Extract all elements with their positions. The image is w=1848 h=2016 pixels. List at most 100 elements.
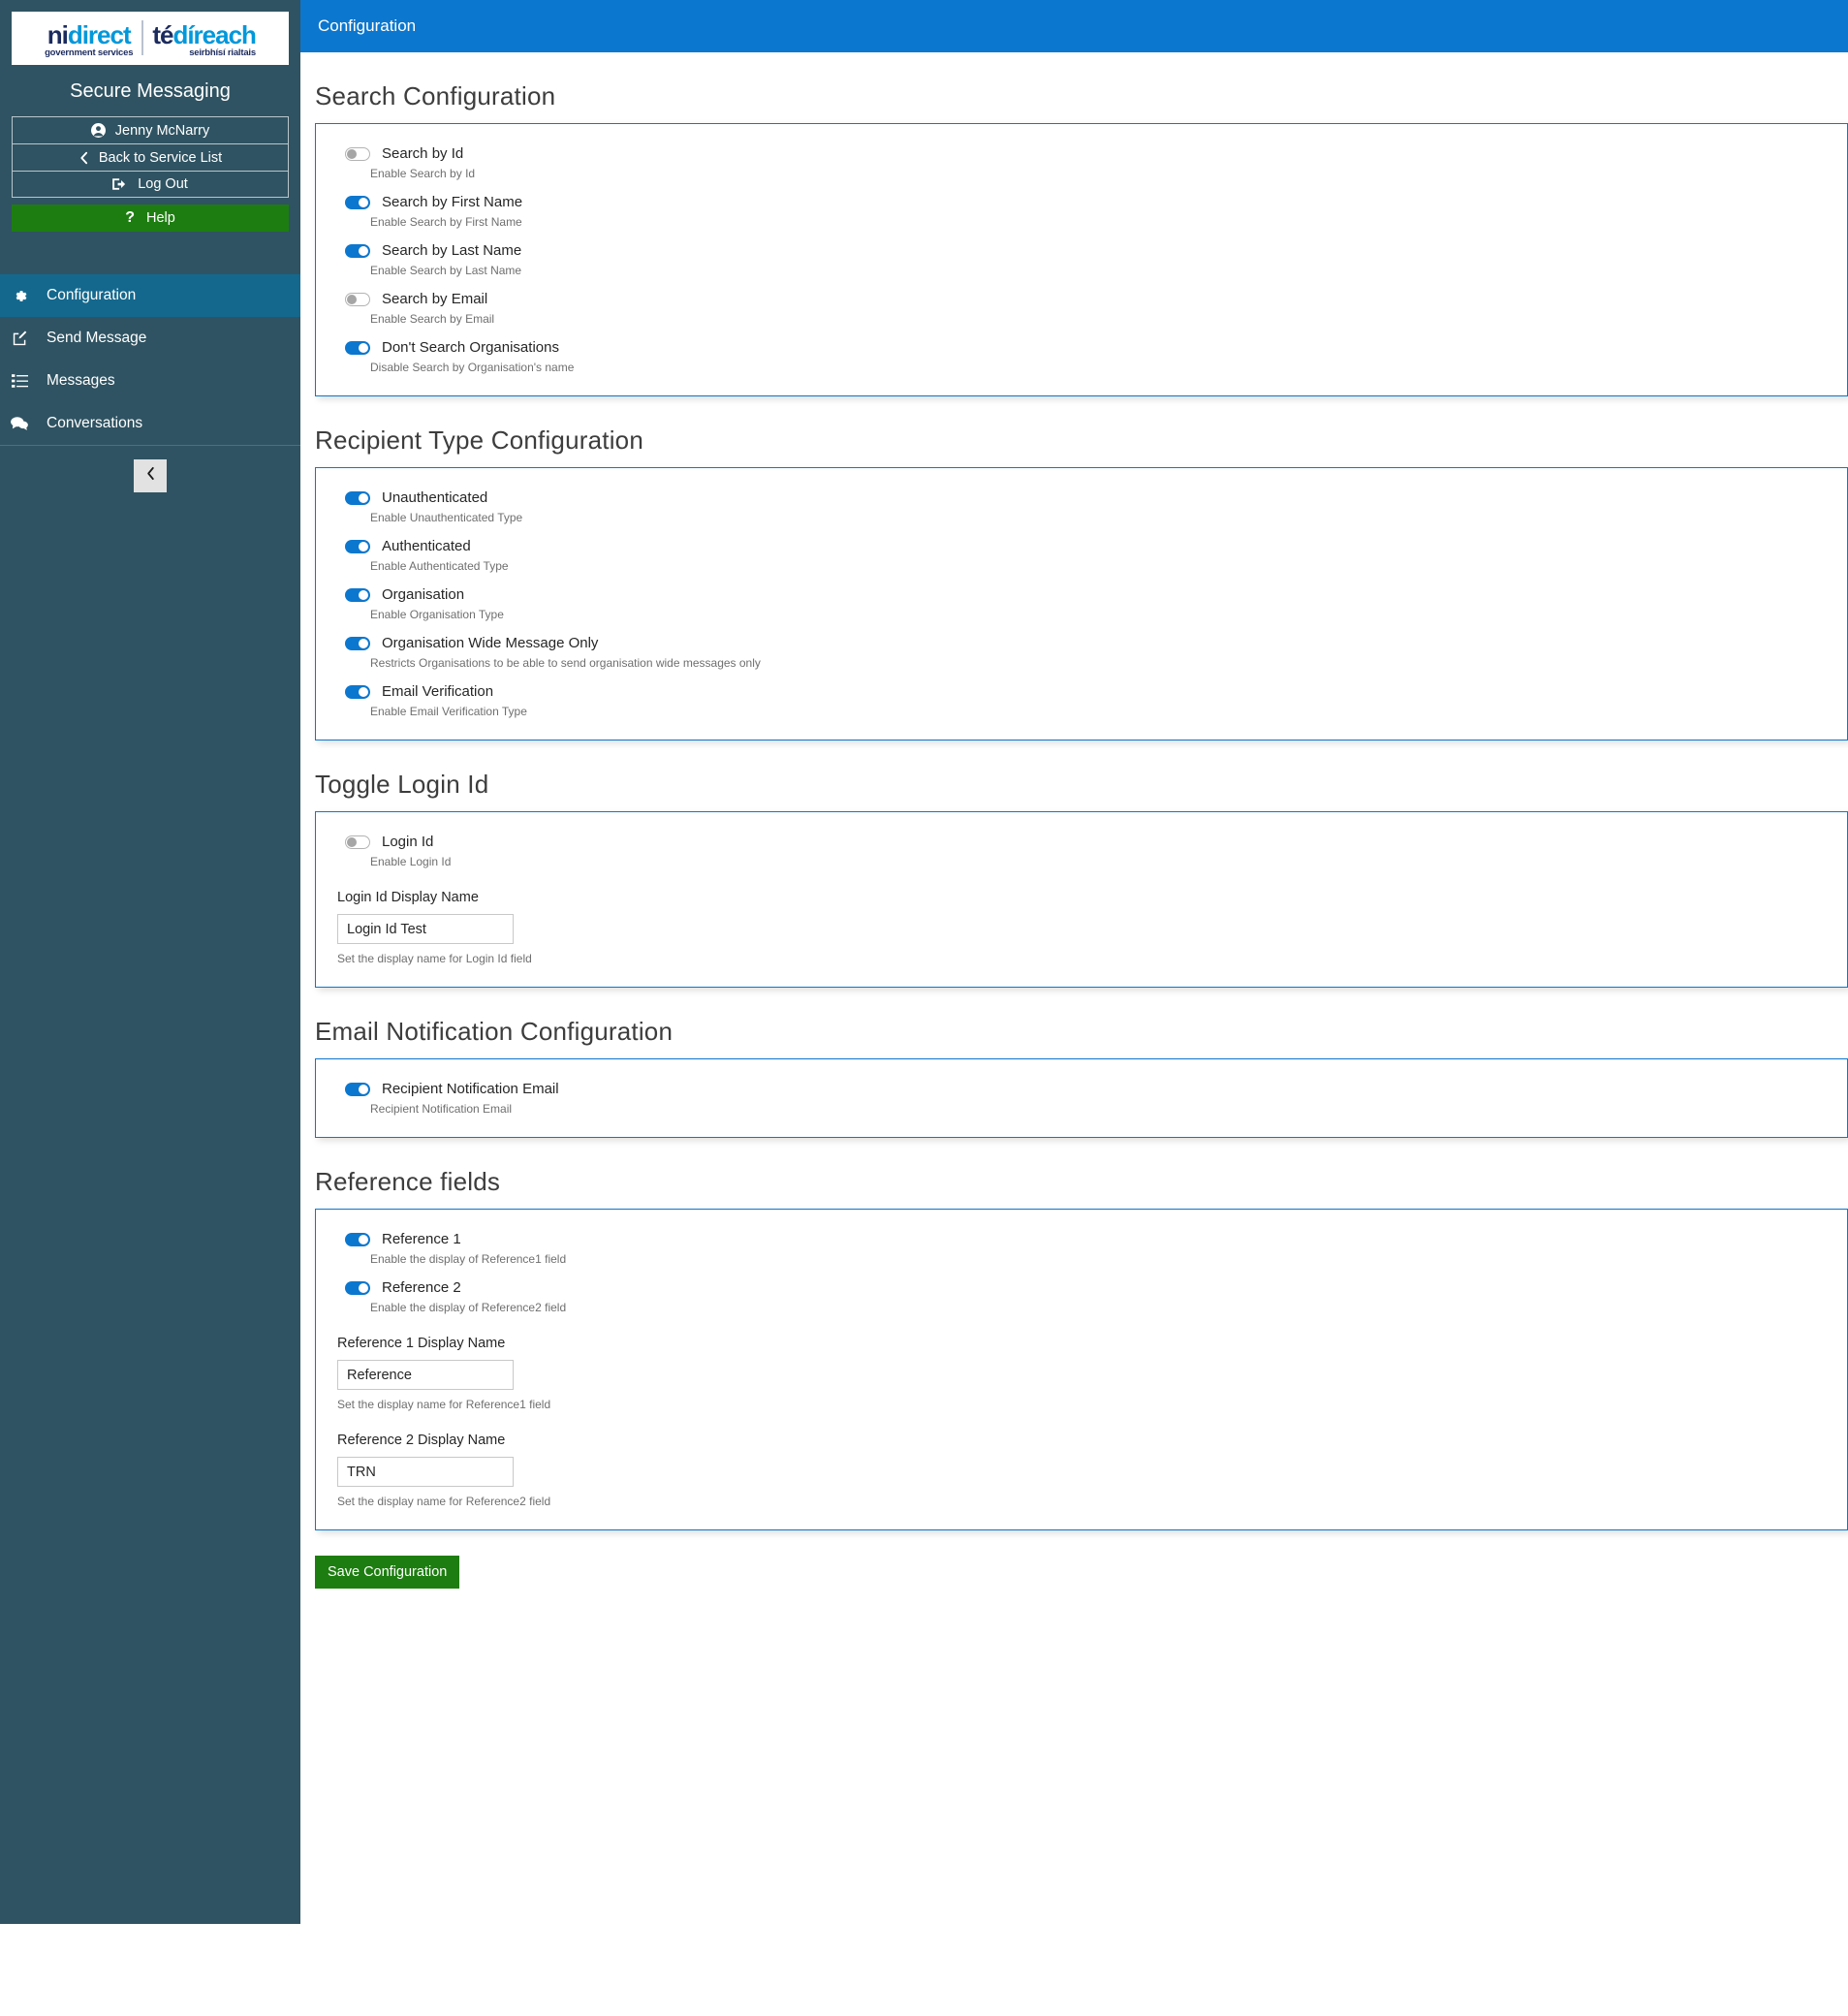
toggle-description: Enable Unauthenticated Type — [370, 511, 1847, 524]
page-title: Configuration — [318, 16, 416, 36]
reference-1-display-name-field-block: Reference 1 Display Name Set the display… — [316, 1336, 1847, 1411]
toggle-authenticated[interactable] — [345, 540, 370, 553]
toggle-label: Organisation Wide Message Only — [382, 635, 598, 651]
section-title-toggle-login-id: Toggle Login Id — [315, 770, 1848, 800]
toggle-dont-search-organisations[interactable] — [345, 341, 370, 355]
toggle-row: Search by Email Enable Search by Email — [316, 291, 1847, 326]
toggle-description: Enable the display of Reference2 field — [370, 1301, 1847, 1314]
toggle-description: Enable Search by First Name — [370, 215, 1847, 229]
toggle-label: Reference 2 — [382, 1279, 461, 1296]
toggle-description: Enable Organisation Type — [370, 608, 1847, 621]
login-id-display-name-field-block: Login Id Display Name Set the display na… — [316, 890, 1847, 965]
toggle-reference-2[interactable] — [345, 1281, 370, 1295]
user-profile-label: Jenny McNarry — [115, 123, 210, 139]
content-bottom-spacer — [315, 1589, 1848, 1647]
toggle-row: Don't Search Organisations Disable Searc… — [316, 339, 1847, 374]
toggle-search-by-first-name[interactable] — [345, 196, 370, 209]
toggle-description: Recipient Notification Email — [370, 1102, 1847, 1116]
section-title-recipient-type: Recipient Type Configuration — [315, 425, 1848, 456]
field-hint: Set the display name for Login Id field — [337, 952, 1847, 965]
toggle-row: Search by First Name Enable Search by Fi… — [316, 194, 1847, 229]
sidebar-item-label: Send Message — [47, 330, 146, 347]
email-notification-configuration-card: Recipient Notification Email Recipient N… — [315, 1058, 1848, 1138]
toggle-label: Reference 1 — [382, 1231, 461, 1247]
sidebar-item-send-message[interactable]: Send Message — [0, 317, 300, 360]
toggle-row: Login Id Enable Login Id — [316, 834, 1847, 868]
compose-icon — [8, 331, 31, 347]
reference-1-display-name-input[interactable] — [337, 1360, 514, 1390]
toggle-email-verification[interactable] — [345, 685, 370, 699]
toggle-login-id-card: Login Id Enable Login Id Login Id Displa… — [315, 811, 1848, 988]
toggle-row: Organisation Enable Organisation Type — [316, 586, 1847, 621]
logo-right-subtitle: seirbhísí rialtais — [152, 48, 256, 58]
logo-te-text: té — [152, 20, 172, 49]
toggle-search-by-id[interactable] — [345, 147, 370, 161]
sidebar-item-label: Messages — [47, 372, 115, 390]
help-label: Help — [146, 210, 175, 226]
toggle-description: Disable Search by Organisation's name — [370, 361, 1847, 374]
app-root: nidirect government services tédíreach s… — [0, 0, 1848, 2016]
toggle-row: Email Verification Enable Email Verifica… — [316, 683, 1847, 718]
toggle-search-by-last-name[interactable] — [345, 244, 370, 258]
toggle-description: Enable Search by Email — [370, 312, 1847, 326]
sidebar: nidirect government services tédíreach s… — [0, 0, 300, 1924]
page-header: Configuration — [300, 0, 1848, 52]
logo-left-subtitle: government services — [45, 48, 133, 58]
section-title-email-notification: Email Notification Configuration — [315, 1017, 1848, 1047]
login-id-display-name-input[interactable] — [337, 914, 514, 944]
chevron-left-icon — [78, 151, 89, 165]
toggle-label: Recipient Notification Email — [382, 1081, 559, 1097]
toggle-reference-1[interactable] — [345, 1233, 370, 1246]
toggle-description: Enable Email Verification Type — [370, 705, 1847, 718]
sidebar-item-configuration[interactable]: Configuration — [0, 274, 300, 317]
toggle-login-id[interactable] — [345, 835, 370, 849]
save-configuration-button[interactable]: Save Configuration — [315, 1556, 459, 1589]
recipient-type-configuration-card: Unauthenticated Enable Unauthenticated T… — [315, 467, 1848, 740]
chevron-left-icon — [145, 466, 156, 486]
toggle-label: Search by First Name — [382, 194, 522, 210]
field-hint: Set the display name for Reference2 fiel… — [337, 1495, 1847, 1508]
toggle-row: Search by Last Name Enable Search by Las… — [316, 242, 1847, 277]
toggle-row: Recipient Notification Email Recipient N… — [316, 1081, 1847, 1116]
toggle-row: Authenticated Enable Authenticated Type — [316, 538, 1847, 573]
toggle-row: Organisation Wide Message Only Restricts… — [316, 635, 1847, 670]
log-out-label: Log Out — [138, 176, 188, 192]
toggle-description: Enable the display of Reference1 field — [370, 1252, 1847, 1266]
log-out-button[interactable]: Log Out — [12, 171, 289, 198]
toggle-description: Enable Search by Id — [370, 167, 1847, 180]
toggle-row: Search by Id Enable Search by Id — [316, 145, 1847, 180]
reference-2-display-name-input[interactable] — [337, 1457, 514, 1487]
sidebar-collapse-area — [0, 446, 300, 492]
list-icon — [8, 373, 31, 389]
toggle-unauthenticated[interactable] — [345, 491, 370, 505]
help-button[interactable]: ? Help — [12, 205, 289, 232]
toggle-label: Search by Email — [382, 291, 487, 307]
reference-fields-card: Reference 1 Enable the display of Refere… — [315, 1209, 1848, 1530]
logo-ni-text: ni — [47, 20, 68, 49]
toggle-organisation[interactable] — [345, 588, 370, 602]
toggle-label: Email Verification — [382, 683, 493, 700]
toggle-label: Don't Search Organisations — [382, 339, 559, 356]
toggle-label: Search by Last Name — [382, 242, 521, 259]
question-mark-icon: ? — [125, 209, 135, 227]
sidebar-item-label: Conversations — [47, 415, 142, 432]
toggle-organisation-wide-message-only[interactable] — [345, 637, 370, 650]
logout-icon — [112, 177, 128, 191]
back-to-service-list-button[interactable]: Back to Service List — [12, 143, 289, 171]
back-to-service-list-label: Back to Service List — [99, 150, 222, 166]
toggle-description: Enable Authenticated Type — [370, 559, 1847, 573]
toggle-label: Search by Id — [382, 145, 463, 162]
toggle-row: Reference 2 Enable the display of Refere… — [316, 1279, 1847, 1314]
sidebar-collapse-button[interactable] — [134, 459, 167, 492]
toggle-label: Authenticated — [382, 538, 471, 554]
toggle-description: Enable Search by Last Name — [370, 264, 1847, 277]
field-label: Reference 2 Display Name — [337, 1433, 1847, 1448]
sidebar-item-label: Configuration — [47, 287, 136, 304]
logo-divider — [141, 20, 143, 55]
sidebar-item-messages[interactable]: Messages — [0, 360, 300, 402]
sidebar-item-conversations[interactable]: Conversations — [0, 402, 300, 445]
toggle-recipient-notification-email[interactable] — [345, 1083, 370, 1096]
user-profile-button[interactable]: Jenny McNarry — [12, 116, 289, 143]
toggle-description: Restricts Organisations to be able to se… — [370, 656, 1847, 670]
toggle-search-by-email[interactable] — [345, 293, 370, 306]
